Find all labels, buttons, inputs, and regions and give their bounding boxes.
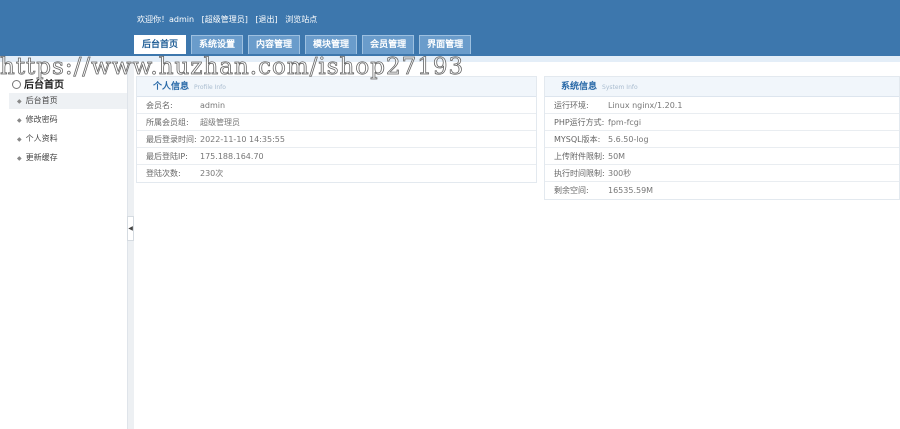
info-label: 上传附件限制:: [554, 152, 605, 161]
sidebar-item-home[interactable]: ◆ 后台首页: [9, 93, 127, 109]
info-row: 登陆次数: 230次: [137, 165, 536, 182]
bullet-icon: ◆: [17, 98, 22, 105]
info-value: admin: [200, 101, 226, 110]
visit-site-link[interactable]: 浏览站点: [285, 15, 317, 24]
tab-interface-management[interactable]: 界面管理: [419, 35, 472, 54]
sidebar-title-label: 后台首页: [24, 80, 64, 91]
info-row: 所属会员组: 超级管理员: [137, 114, 536, 131]
sidebar-item-label: 更新缓存: [25, 153, 58, 162]
info-label: 最后登录时间:: [146, 135, 197, 144]
info-value: 16535.59M: [608, 186, 654, 195]
info-row: 会员名: admin: [137, 97, 536, 114]
tab-home[interactable]: 后台首页: [134, 35, 187, 54]
info-value: 50M: [608, 152, 626, 161]
info-row: MYSQL版本: 5.6.50-log: [545, 131, 899, 148]
info-row: 剩余空间: 16535.59M: [545, 182, 899, 199]
bullet-icon: ◆: [17, 117, 22, 124]
info-label: 最后登陆IP:: [146, 152, 188, 161]
header-divider: [0, 56, 900, 62]
info-label: 会员名:: [146, 101, 173, 110]
info-row: PHP运行方式: fpm-fcgi: [545, 114, 899, 131]
sidebar-item-label: 后台首页: [25, 96, 58, 105]
info-value: 2022-11-10 14:35:55: [200, 135, 285, 144]
info-value: 5.6.50-log: [608, 135, 649, 144]
info-label: PHP运行方式:: [554, 118, 605, 127]
home-icon: [12, 80, 21, 89]
bullet-icon: ◆: [17, 136, 22, 143]
info-label: 运行环境:: [554, 101, 589, 110]
welcome-text: 欢迎你！admin: [137, 15, 195, 24]
header-bar: 欢迎你！admin [超级管理员] [退出] 浏览站点 后台首页 系统设置 内容…: [0, 0, 900, 60]
sidebar-item-update-cache[interactable]: ◆ 更新缓存: [9, 150, 127, 166]
role-text: [超级管理员]: [201, 15, 248, 24]
info-label: 所属会员组:: [146, 118, 189, 127]
personal-info-panel: 个人信息 Profile Info 会员名: admin 所属会员组: 超级管理员 最…: [136, 76, 537, 183]
sidebar-item-change-password[interactable]: ◆ 修改密码: [9, 112, 127, 128]
info-row: 执行时间限制: 300秒: [545, 165, 899, 182]
logout-link[interactable]: [退出]: [255, 15, 277, 24]
panel-subtitle: Profile Info: [194, 84, 226, 91]
info-value: 300秒: [608, 169, 632, 178]
topbar: 欢迎你！admin [超级管理员] [退出] 浏览站点: [137, 14, 322, 25]
info-row: 最后登陆IP: 175.188.164.70: [137, 148, 536, 165]
panel-subtitle: System Info: [602, 84, 638, 91]
info-label: 执行时间限制:: [554, 169, 605, 178]
info-value: Linux nginx/1.20.1: [608, 101, 683, 110]
tab-system-settings[interactable]: 系统设置: [191, 35, 244, 54]
info-label: 剩余空间:: [554, 186, 589, 195]
panel-title: 系统信息: [561, 82, 598, 92]
sidebar: 后台首页 ◆ 后台首页 ◆ 修改密码 ◆ 个人资料 ◆ 更新缓存: [0, 62, 127, 429]
sidebar-item-label: 修改密码: [25, 115, 58, 124]
sidebar-splitter[interactable]: [127, 62, 134, 429]
main-nav: 后台首页 系统设置 内容管理 模块管理 会员管理 界面管理: [134, 35, 476, 54]
info-value: 175.188.164.70: [200, 152, 264, 161]
tab-content-management[interactable]: 内容管理: [248, 35, 301, 54]
info-value: 超级管理员: [200, 118, 240, 127]
info-row: 上传附件限制: 50M: [545, 148, 899, 165]
sidebar-item-label: 个人资料: [25, 134, 58, 143]
panel-header: 个人信息 Profile Info: [137, 77, 536, 97]
panel-title: 个人信息: [153, 82, 190, 92]
info-row: 运行环境: Linux nginx/1.20.1: [545, 97, 899, 114]
info-value: 230次: [200, 169, 224, 178]
info-value: fpm-fcgi: [608, 118, 642, 127]
tab-member-management[interactable]: 会员管理: [362, 35, 415, 54]
sidebar-item-profile[interactable]: ◆ 个人资料: [9, 131, 127, 147]
collapse-arrow-icon[interactable]: ◀: [127, 216, 134, 241]
info-label: MYSQL版本:: [554, 135, 601, 144]
panel-header: 系统信息 System Info: [545, 77, 899, 97]
sidebar-title: 后台首页: [12, 76, 64, 91]
system-info-panel: 系统信息 System Info 运行环境: Linux nginx/1.20.1 …: [544, 76, 900, 200]
info-label: 登陆次数:: [146, 169, 181, 178]
tab-module-management[interactable]: 模块管理: [305, 35, 358, 54]
info-row: 最后登录时间: 2022-11-10 14:35:55: [137, 131, 536, 148]
bullet-icon: ◆: [17, 155, 22, 162]
